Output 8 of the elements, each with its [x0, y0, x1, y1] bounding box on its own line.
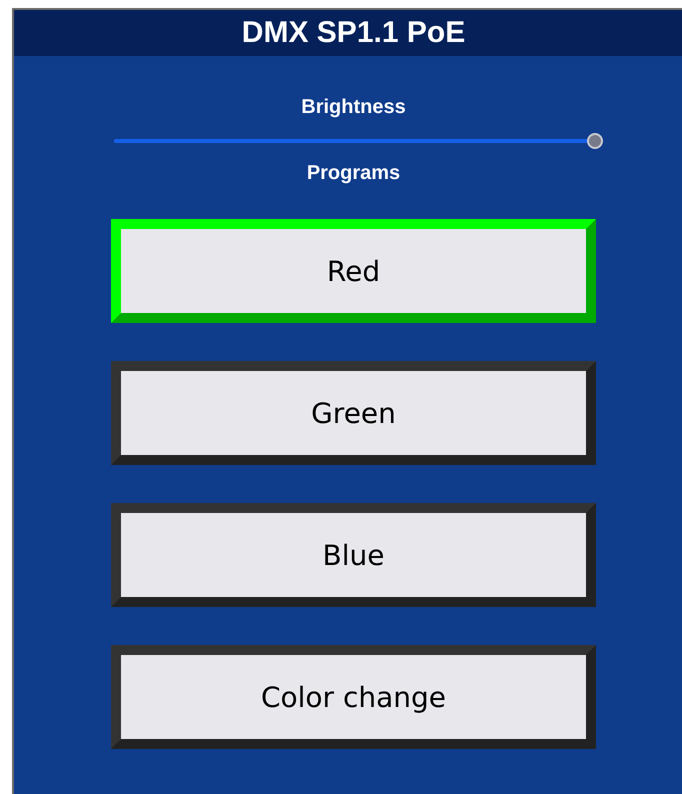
program-button[interactable]: Green: [111, 361, 596, 465]
programs-label: Programs: [306, 161, 400, 185]
window-title: DMX SP1.1 PoE: [242, 16, 466, 50]
slider-thumb[interactable]: [586, 133, 602, 149]
program-button[interactable]: Red: [111, 219, 596, 323]
program-button[interactable]: Blue: [111, 503, 596, 607]
brightness-label: Brightness: [301, 95, 406, 119]
program-button[interactable]: Color change: [111, 645, 596, 749]
